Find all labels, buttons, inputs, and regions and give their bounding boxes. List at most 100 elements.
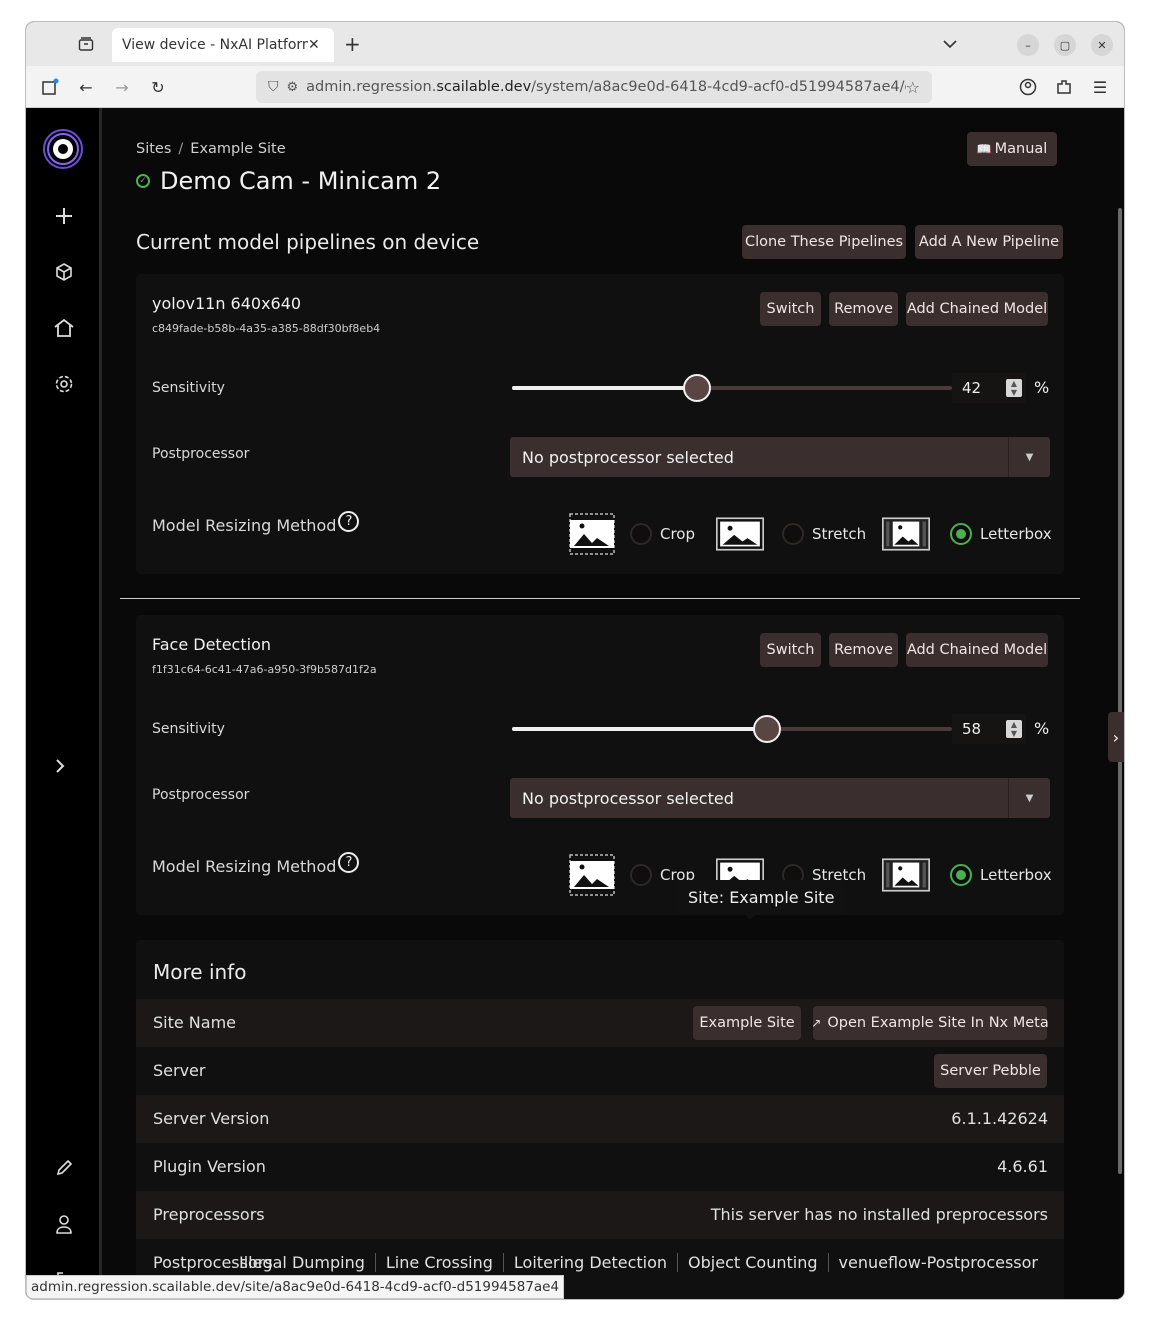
- crop-image-icon: [568, 854, 616, 896]
- close-window-icon[interactable]: ✕: [1091, 34, 1113, 56]
- more-info-title: More info: [153, 960, 247, 984]
- manual-button[interactable]: 📖 Manual: [967, 132, 1057, 166]
- postprocessor-select[interactable]: No postprocessor selected ▼: [510, 437, 1050, 477]
- pipeline-name: yolov11n 640x640: [152, 294, 302, 313]
- stretch-radio[interactable]: [782, 523, 804, 545]
- breadcrumb: Sites / Example Site: [136, 141, 286, 157]
- postprocessor-item: Object Counting: [677, 1253, 827, 1272]
- pipeline-id: c849fade-b58b-4a35-a385-88df30bf8eb4: [152, 322, 381, 335]
- pipeline-divider: [120, 598, 1080, 599]
- menu-icon[interactable]: ☰: [1090, 77, 1110, 97]
- minimize-window-icon[interactable]: –: [1017, 34, 1039, 56]
- postprocessor-label: Postprocessor: [152, 787, 250, 803]
- account-icon[interactable]: [1018, 77, 1038, 97]
- breadcrumb-site[interactable]: Example Site: [190, 141, 285, 157]
- new-tab-icon[interactable]: +: [344, 34, 361, 54]
- letterbox-radio[interactable]: [950, 523, 972, 545]
- pipeline-id: f1f31c64-6c41-47a6-a950-3f9b587d1f2a: [152, 663, 377, 676]
- home-icon[interactable]: [50, 314, 78, 342]
- crop-label: Crop: [660, 525, 696, 543]
- clone-pipelines-button[interactable]: Clone These Pipelines: [742, 225, 906, 259]
- app-area: Sites / Example Site ✓ Demo Cam - Minicam …: [26, 108, 1124, 1299]
- sensitivity-slider[interactable]: [512, 715, 952, 743]
- percent-unit: %: [1034, 719, 1050, 738]
- external-link-icon: ↗: [811, 1016, 822, 1030]
- sensitivity-input[interactable]: 58 ▲ ▼: [952, 714, 1026, 744]
- plus-icon[interactable]: [50, 202, 78, 230]
- postprocessor-item: Loitering Detection: [502, 1253, 677, 1272]
- spinner-icon[interactable]: ▲ ▼: [1006, 720, 1022, 738]
- browser-navbar: ← → ↻ ⛉ ⚙ admin.regression.scailable.dev…: [26, 66, 1124, 108]
- slider-fill: [512, 727, 768, 731]
- maximize-window-icon[interactable]: ▢: [1054, 34, 1076, 56]
- forward-icon[interactable]: →: [112, 77, 132, 97]
- back-icon[interactable]: ←: [76, 77, 96, 97]
- remove-button[interactable]: Remove: [829, 292, 898, 326]
- logo-icon[interactable]: [42, 128, 84, 170]
- resize-method-label: Model Resizing Method?: [152, 852, 360, 876]
- site-name-button[interactable]: Example Site: [693, 1006, 801, 1040]
- help-icon[interactable]: ?: [338, 852, 360, 873]
- device-name: Demo Cam - Minicam 2: [160, 167, 442, 195]
- letterbox-radio[interactable]: [950, 864, 972, 886]
- more-info-panel: More info Site Name Example Site ↗ Open E…: [136, 940, 1064, 1299]
- breadcrumb-sites[interactable]: Sites: [136, 141, 171, 157]
- sensitivity-label: Sensitivity: [152, 721, 225, 737]
- sensitivity-slider[interactable]: [512, 374, 952, 402]
- add-chained-model-button[interactable]: Add Chained Model: [906, 292, 1048, 326]
- open-in-nx-meta-button[interactable]: ↗ Open Example Site In Nx Meta: [811, 1006, 1049, 1040]
- tab-close-icon[interactable]: ✕: [308, 37, 324, 53]
- settings-icon[interactable]: [50, 370, 78, 398]
- reload-icon[interactable]: ↻: [148, 77, 168, 97]
- pencil-icon[interactable]: [50, 1154, 78, 1182]
- book-icon: 📖: [976, 142, 992, 156]
- postprocessor-item: Line Crossing: [374, 1253, 503, 1272]
- sensitivity-label: Sensitivity: [152, 380, 225, 396]
- user-icon[interactable]: [50, 1210, 78, 1238]
- extensions-icon[interactable]: [1054, 77, 1074, 97]
- shield-icon[interactable]: ⛉: [268, 79, 279, 95]
- cube-icon[interactable]: [50, 258, 78, 286]
- postprocessor-select[interactable]: No postprocessor selected ▼: [510, 778, 1050, 818]
- stretch-label: Stretch: [812, 525, 867, 543]
- browser-tab-active[interactable]: View device - NxAI Platform ✕: [112, 28, 334, 62]
- letterbox-image-icon: [882, 516, 930, 552]
- help-icon[interactable]: ?: [338, 511, 360, 532]
- tab-overview-icon[interactable]: [76, 34, 96, 54]
- postprocessor-list: Illegal Dumping Line Crossing Loitering …: [229, 1253, 1048, 1272]
- postprocessor-label: Postprocessor: [152, 446, 250, 462]
- status-bar-url: admin.regression.scailable.dev/site/a8ac…: [26, 1275, 565, 1299]
- switch-button[interactable]: Switch: [760, 633, 821, 667]
- slider-thumb[interactable]: [682, 374, 711, 402]
- app-sidebar: [26, 108, 102, 1299]
- pipeline-card: yolov11n 640x640 c849fade-b58b-4a35-a385…: [136, 274, 1064, 574]
- add-pipeline-button[interactable]: Add A New Pipeline: [915, 225, 1063, 259]
- bookmark-star-icon[interactable]: ☆: [906, 78, 920, 97]
- tab-title: View device - NxAI Platform: [122, 37, 308, 53]
- browser-window: View device - NxAI Platform ✕ + – ▢ ✕ ← …: [26, 22, 1124, 1299]
- page-scrollbar[interactable]: [1118, 208, 1122, 1174]
- crop-radio[interactable]: [630, 523, 652, 545]
- address-bar[interactable]: ⛉ ⚙ admin.regression.scailable.dev/syste…: [256, 71, 932, 103]
- tab-list-chevron-icon[interactable]: [940, 34, 960, 54]
- pipeline-card: Face Detection f1f31c64-6c41-47a6-a950-3…: [136, 615, 1064, 915]
- site-settings-icon[interactable]: ⚙: [287, 80, 299, 95]
- switch-button[interactable]: Switch: [760, 292, 821, 326]
- drawer-toggle-chevron-icon[interactable]: ›: [1108, 712, 1124, 762]
- dropdown-arrow-icon[interactable]: ▼: [1008, 778, 1050, 818]
- server-button[interactable]: Server Pebble: [934, 1054, 1047, 1088]
- slider-fill: [512, 386, 697, 390]
- slider-thumb[interactable]: [753, 715, 782, 743]
- percent-unit: %: [1034, 378, 1050, 397]
- main-content: Sites / Example Site ✓ Demo Cam - Minicam …: [120, 108, 1096, 1299]
- dropdown-arrow-icon[interactable]: ▼: [1008, 437, 1050, 477]
- sensitivity-input[interactable]: 42 ▲ ▼: [952, 373, 1026, 403]
- remove-button[interactable]: Remove: [829, 633, 898, 667]
- letterbox-label: Letterbox: [980, 866, 1052, 884]
- chevron-right-icon[interactable]: [46, 752, 74, 780]
- sidebar-toggle-icon[interactable]: [40, 77, 60, 97]
- add-chained-model-button[interactable]: Add Chained Model: [906, 633, 1048, 667]
- crop-radio[interactable]: [630, 864, 652, 886]
- postprocessor-item: Illegal Dumping: [239, 1253, 365, 1272]
- spinner-icon[interactable]: ▲ ▼: [1006, 379, 1022, 397]
